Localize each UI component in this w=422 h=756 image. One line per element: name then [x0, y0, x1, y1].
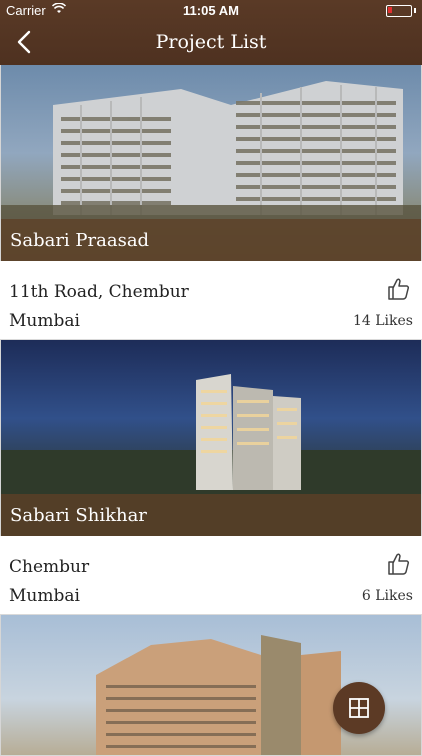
caption-bar: Sabari Shikhar: [1, 494, 421, 536]
caption-bar: Sabari Praasad: [1, 219, 421, 261]
project-location: Chembur: [9, 557, 90, 577]
thumbs-up-icon: [388, 553, 410, 575]
likes-count: 6 Likes: [361, 588, 413, 604]
status-time: 11:05 AM: [183, 3, 239, 18]
project-photo[interactable]: Sabari Praasad: [0, 65, 422, 261]
project-info: Chembur Mumbai 6 Likes: [0, 536, 422, 614]
project-location: 11th Road, Chembur: [9, 282, 189, 302]
grid-view-button[interactable]: [333, 682, 385, 734]
project-city: Mumbai: [9, 586, 80, 606]
project-name: Sabari Praasad: [10, 230, 150, 251]
like-button[interactable]: [388, 552, 410, 576]
project-photo[interactable]: Sabari Shikhar: [0, 340, 422, 536]
page-title: Project List: [155, 31, 267, 53]
project-card[interactable]: Sabari Praasad 11th Road, Chembur Mumbai…: [0, 65, 422, 340]
likes-count: 14 Likes: [353, 313, 413, 329]
project-card[interactable]: Sabari Shikhar Chembur Mumbai 6 Likes: [0, 340, 422, 615]
grid-icon: [349, 698, 369, 718]
like-button[interactable]: [388, 277, 410, 301]
project-list[interactable]: Sabari Praasad 11th Road, Chembur Mumbai…: [0, 65, 422, 756]
thumbs-up-icon: [388, 278, 410, 300]
app-header: Carrier 11:05 AM Project List: [0, 0, 422, 65]
project-info: 11th Road, Chembur Mumbai 14 Likes: [0, 261, 422, 339]
status-bar: Carrier 11:05 AM: [0, 0, 422, 22]
battery-icon: [386, 5, 416, 17]
project-city: Mumbai: [9, 311, 80, 331]
project-name: Sabari Shikhar: [10, 505, 147, 526]
